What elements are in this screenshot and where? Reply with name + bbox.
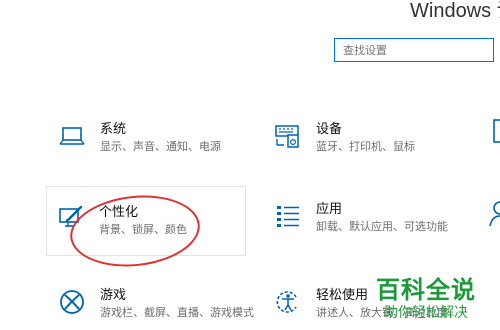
partial-tile-icon[interactable]: [490, 118, 500, 146]
tile-title: 系统: [100, 122, 127, 137]
laptop-icon: [58, 122, 86, 150]
tile-description: 游戏栏、截屏、直播、游戏模式: [100, 306, 254, 319]
keyboard-printer-icon: [274, 122, 302, 150]
tile-title: 个性化: [99, 205, 139, 220]
ease-of-access-icon: [274, 288, 302, 316]
apps-list-icon: [274, 202, 302, 230]
tile-description: 显示、声音、通知、电源: [100, 140, 221, 153]
watermark-subtitle: 助你轻松解决: [384, 305, 468, 321]
tile-title: 游戏: [100, 288, 127, 303]
tile-description: 蓝牙、打印机、鼠标: [316, 140, 415, 153]
account-icon[interactable]: [488, 198, 500, 228]
search-input[interactable]: [343, 41, 489, 59]
tile-personalization[interactable]: 个性化 背景、锁屏、颜色: [46, 186, 246, 256]
tile-gaming[interactable]: 游戏 游戏栏、截屏、直播、游戏模式: [48, 284, 254, 324]
watermark-title: 百科全说: [376, 276, 476, 304]
tile-title: 应用: [316, 202, 343, 217]
tile-apps[interactable]: 应用 卸载、默认应用、可选功能: [264, 198, 454, 238]
window-title: Windows 设: [410, 0, 500, 22]
paint-tablet-icon: [57, 203, 85, 231]
tile-title: 轻松使用: [316, 288, 369, 303]
xbox-icon: [58, 288, 86, 316]
tile-system[interactable]: 系统 显示、声音、通知、电源: [48, 118, 238, 158]
tile-description: 背景、锁屏、颜色: [99, 223, 187, 236]
tile-devices[interactable]: 设备 蓝牙、打印机、鼠标: [264, 118, 454, 158]
tile-title: 设备: [316, 122, 343, 137]
tile-description: 卸载、默认应用、可选功能: [316, 220, 448, 233]
search-box[interactable]: [334, 38, 494, 62]
